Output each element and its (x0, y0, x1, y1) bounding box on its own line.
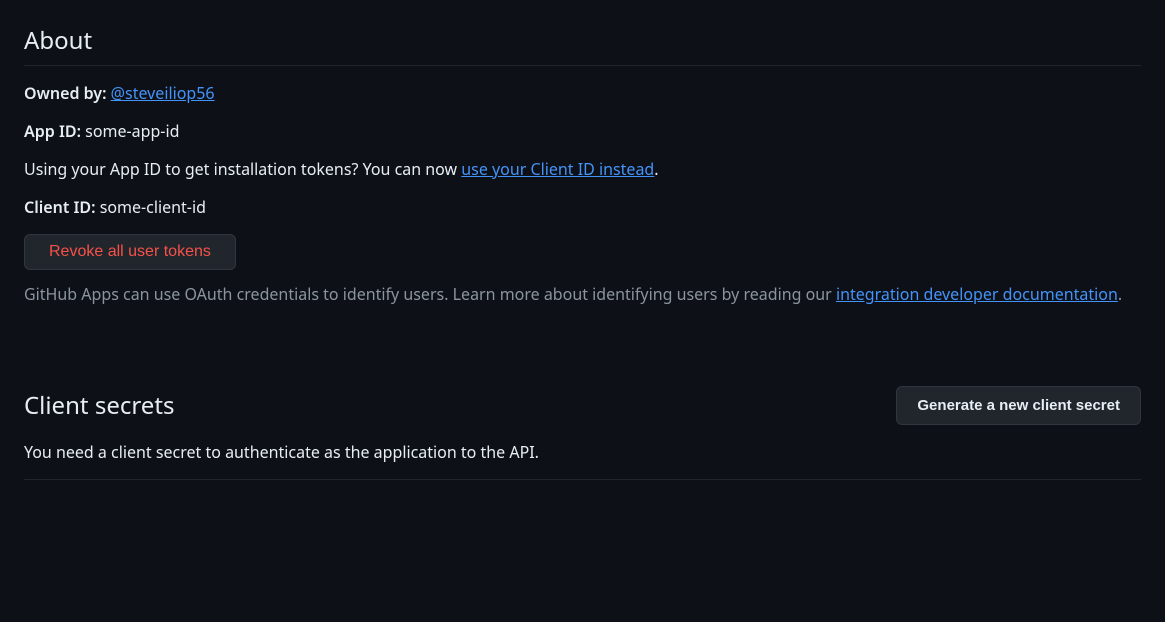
oauth-help-text: GitHub Apps can use OAuth credentials to… (24, 282, 1141, 306)
use-client-id-link[interactable]: use your Client ID instead (461, 158, 654, 180)
about-section: About Owned by: @steveiliop56 App ID: so… (24, 24, 1141, 306)
app-id-row: App ID: some-app-id (24, 120, 1141, 142)
client-id-row: Client ID: some-client-id (24, 196, 1141, 218)
client-id-label: Client ID: (24, 196, 100, 218)
oauth-help-prefix: GitHub Apps can use OAuth credentials to… (24, 283, 836, 305)
owner-link[interactable]: @steveiliop56 (111, 82, 215, 104)
integration-docs-link[interactable]: integration developer documentation (836, 283, 1118, 305)
app-id-hint-prefix: Using your App ID to get installation to… (24, 158, 461, 180)
oauth-help-suffix: . (1118, 283, 1122, 305)
app-id-label: App ID: (24, 120, 85, 142)
secrets-header: Client secrets Generate a new client sec… (24, 386, 1141, 425)
about-title: About (24, 24, 1141, 66)
owned-by-row: Owned by: @steveiliop56 (24, 82, 1141, 104)
owned-by-label: Owned by: (24, 82, 111, 104)
generate-secret-button[interactable]: Generate a new client secret (896, 386, 1141, 425)
secrets-title: Client secrets (24, 389, 175, 422)
secrets-description: You need a client secret to authenticate… (24, 441, 1141, 480)
app-id-hint-suffix: . (654, 158, 658, 180)
client-secrets-section: Client secrets Generate a new client sec… (24, 386, 1141, 480)
client-id-value: some-client-id (100, 196, 206, 218)
app-id-hint: Using your App ID to get installation to… (24, 158, 1141, 180)
revoke-tokens-button[interactable]: Revoke all user tokens (24, 234, 236, 270)
app-id-value: some-app-id (85, 120, 179, 142)
